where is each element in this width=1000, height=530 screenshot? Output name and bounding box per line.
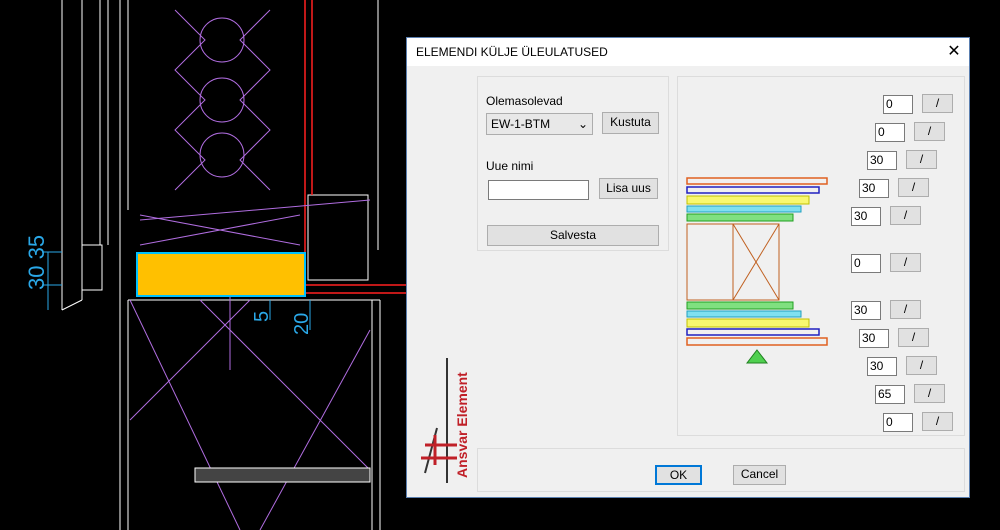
- ok-button[interactable]: OK: [655, 465, 702, 485]
- existing-select-value: EW-1-BTM: [491, 117, 551, 131]
- layer-slash-button-3[interactable]: /: [906, 150, 937, 169]
- cad-dim-left: 30 35: [24, 235, 49, 290]
- layer-input-3[interactable]: 30: [867, 151, 897, 170]
- cad-dim-20: 20: [291, 313, 313, 335]
- add-new-button[interactable]: Lisa uus: [599, 178, 658, 199]
- delete-button[interactable]: Kustuta: [602, 112, 659, 134]
- layer-slash-button-7[interactable]: /: [890, 300, 921, 319]
- layer-input-10[interactable]: 65: [875, 385, 905, 404]
- logo-text: Ansvar Element: [454, 372, 470, 478]
- ansvar-element-logo: Ansvar Element: [421, 358, 470, 483]
- layer-slash-button-8[interactable]: /: [898, 328, 929, 347]
- overhang-dialog: ELEMENDI KÜLJE ÜLEULATUSED ✕ Ansvar Elem…: [406, 37, 970, 498]
- layer-slash-button-6[interactable]: /: [890, 253, 921, 272]
- layer-input-2[interactable]: 0: [875, 123, 905, 142]
- layer-slash-button-11[interactable]: /: [922, 412, 953, 431]
- layer-input-7[interactable]: 30: [851, 301, 881, 320]
- layer-input-9[interactable]: 30: [867, 357, 897, 376]
- layer-slash-button-5[interactable]: /: [890, 206, 921, 225]
- close-icon[interactable]: ✕: [939, 38, 969, 66]
- layer-slash-button-9[interactable]: /: [906, 356, 937, 375]
- chevron-down-icon: ⌄: [577, 117, 588, 131]
- save-button[interactable]: Salvesta: [487, 225, 659, 246]
- layer-slash-button-10[interactable]: /: [914, 384, 945, 403]
- layer-slash-button-1[interactable]: /: [922, 94, 953, 113]
- layer-input-6[interactable]: 0: [851, 254, 881, 273]
- new-name-input[interactable]: [488, 180, 589, 200]
- layer-slash-button-2[interactable]: /: [914, 122, 945, 141]
- layer-slash-button-4[interactable]: /: [898, 178, 929, 197]
- layer-input-1[interactable]: 0: [883, 95, 913, 114]
- dialog-title: ELEMENDI KÜLJE ÜLEULATUSED: [416, 45, 608, 59]
- new-name-label: Uue nimi: [486, 159, 534, 173]
- layer-input-11[interactable]: 0: [883, 413, 913, 432]
- existing-select[interactable]: EW-1-BTM ⌄: [486, 113, 593, 135]
- layer-input-4[interactable]: 30: [859, 179, 889, 198]
- existing-label: Olemasolevad: [486, 94, 563, 108]
- dialog-titlebar: ELEMENDI KÜLJE ÜLEULATUSED ✕: [407, 38, 969, 66]
- cancel-button[interactable]: Cancel: [733, 465, 786, 485]
- layer-input-8[interactable]: 30: [859, 329, 889, 348]
- actions-group: [477, 448, 965, 492]
- element-cross-section: [686, 177, 828, 364]
- cad-dim-5: 5: [251, 311, 273, 322]
- layer-input-5[interactable]: 30: [851, 207, 881, 226]
